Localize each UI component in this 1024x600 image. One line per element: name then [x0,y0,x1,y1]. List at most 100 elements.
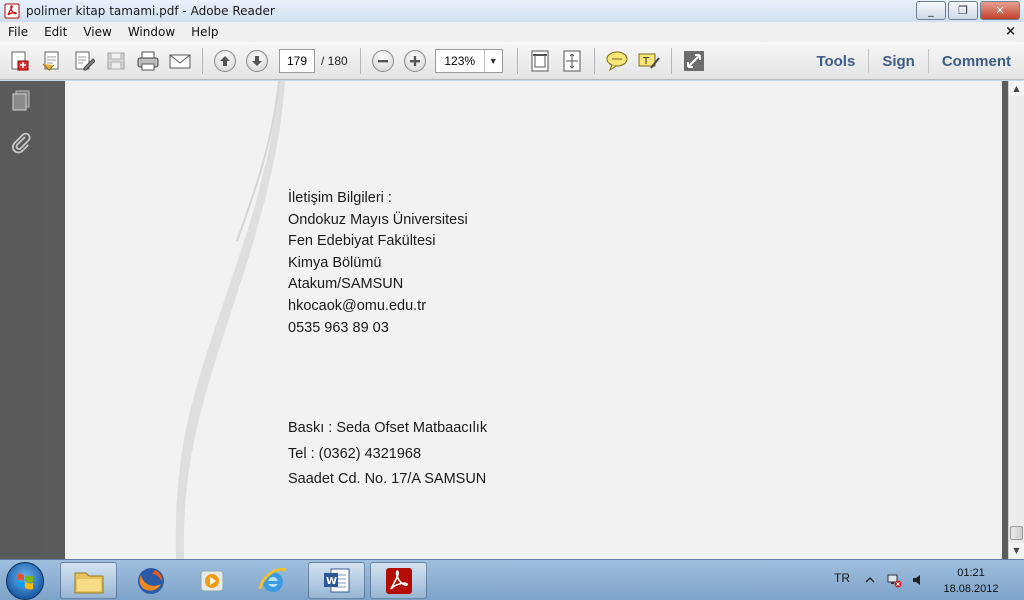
media-player-icon [200,570,223,591]
previous-page-icon [214,49,236,72]
scroll-down-icon[interactable]: ▼ [1009,543,1024,558]
save-icon [107,52,125,69]
pdf-page: İletişim Bilgileri : Ondokuz Mayıs Ünive… [65,81,1002,559]
contact-faculty: Fen Edebiyat Fakültesi [288,233,436,250]
taskbar-adobe-reader[interactable] [370,562,427,599]
show-hidden-icons-icon[interactable] [862,572,878,588]
toolbar: 179 / 180 123% ▼ T Tools Sign Comment [0,42,1024,80]
minimize-button[interactable]: _ [916,1,946,20]
zoom-select[interactable]: 123% ▼ [434,48,503,73]
taskbar-word[interactable]: W [308,562,365,599]
email-icon [169,54,191,68]
open-button[interactable] [39,48,65,74]
print-button[interactable] [135,48,161,74]
windows-logo-icon [17,573,33,590]
taskbar-firefox[interactable] [122,562,179,599]
next-page-icon [246,49,268,72]
menu-view[interactable]: View [75,25,119,39]
navigation-pane [0,81,42,559]
fit-width-icon [563,50,581,71]
zoom-in-icon [403,49,426,72]
zoom-in-button[interactable] [402,48,428,74]
page-total: / 180 [321,53,348,68]
taskbar: W TR 01:21 18.08.2012 [0,559,1024,600]
scroll-thumb[interactable] [1010,526,1023,540]
print-company: Baskı : Seda Ofset Matbaacılık [288,420,488,436]
chevron-down-icon[interactable]: ▼ [483,49,502,72]
attachments-icon[interactable] [9,131,33,155]
title-bar[interactable]: polimer kitap tamami.pdf - Adobe Reader … [0,0,1024,22]
clock-time: 01:21 [957,567,985,579]
toolbar-separator [516,47,518,74]
comment-bubble-icon [606,51,628,71]
print-address: Saadet Cd. No. 17/A SAMSUN [288,471,487,487]
create-pdf-icon [11,51,29,70]
menu-window[interactable]: Window [120,25,183,39]
taskbar-explorer[interactable] [60,562,117,599]
taskbar-internet-explorer[interactable] [244,562,301,599]
highlight-icon: T [638,53,660,69]
page-number-input[interactable]: 179 [279,48,315,73]
menu-file[interactable]: File [0,25,36,39]
print-icon [137,51,159,70]
document-viewer[interactable]: İletişim Bilgileri : Ondokuz Mayıs Ünive… [42,81,1008,559]
svg-text:T: T [642,56,650,67]
minimize-icon: _ [928,4,934,17]
highlight-button[interactable]: T [636,48,662,74]
system-clock[interactable]: 01:21 18.08.2012 [936,565,1006,597]
adobe-reader-icon [4,3,20,19]
edit-icon [75,51,95,70]
full-screen-button[interactable] [681,48,707,74]
contact-university: Ondokuz Mayıs Üniversitesi [288,211,468,228]
menu-help[interactable]: Help [183,25,226,39]
network-icon[interactable] [886,572,902,588]
zoom-out-icon [371,49,394,72]
adobe-reader-icon [385,567,412,594]
volume-icon[interactable] [910,572,926,588]
maximize-button[interactable]: ❐ [948,1,978,20]
menu-bar: File Edit View Window Help × [0,22,1024,42]
fit-width-button[interactable] [559,48,585,74]
start-button[interactable] [6,562,44,600]
toolbar-separator [670,47,672,74]
pages-icon[interactable] [9,89,33,113]
close-window-button[interactable]: ✕ [980,1,1020,20]
add-comment-button[interactable] [604,48,630,74]
scroll-up-icon[interactable]: ▲ [1009,81,1024,96]
print-phone: Tel : (0362) 4321968 [288,445,422,462]
svg-text:W: W [326,576,337,587]
next-page-button[interactable] [244,48,270,74]
contact-phone: 0535 963 89 03 [288,319,389,336]
internet-explorer-icon [258,567,286,592]
contact-address: Atakum/SAMSUN [288,276,404,293]
restore-icon: ❐ [958,4,968,17]
edit-button[interactable] [71,48,97,74]
toolbar-separator [202,47,203,74]
tools-pane-button[interactable]: Tools [803,53,868,70]
full-screen-icon [683,50,704,71]
close-icon: ✕ [995,4,1005,17]
menu-edit[interactable]: Edit [36,25,75,39]
sign-pane-button[interactable]: Sign [869,53,928,70]
save-button[interactable] [103,48,129,74]
windows-explorer-icon [74,572,103,593]
previous-page-button[interactable] [212,48,238,74]
window-title: polimer kitap tamami.pdf - Adobe Reader [26,4,275,18]
email-button[interactable] [167,48,193,74]
word-icon: W [323,568,349,592]
clock-date: 18.08.2012 [943,583,999,595]
comment-pane-button[interactable]: Comment [929,53,1024,70]
toolbar-separator [359,47,361,74]
language-indicator[interactable]: TR [834,571,850,585]
taskbar-media-player[interactable] [184,562,241,599]
open-icon [42,51,59,71]
fit-page-icon [531,50,549,71]
create-pdf-button[interactable] [7,48,33,74]
zoom-value: 123% [444,53,476,68]
contact-info-block: İletişim Bilgileri : Ondokuz Mayıs Ünive… [288,188,468,339]
vertical-scrollbar[interactable]: ▲ ▼ [1008,81,1024,559]
contact-heading: İletişim Bilgileri : [288,190,392,206]
fit-page-button[interactable] [527,48,553,74]
close-document-button[interactable]: × [1005,24,1016,39]
zoom-out-button[interactable] [370,48,396,74]
